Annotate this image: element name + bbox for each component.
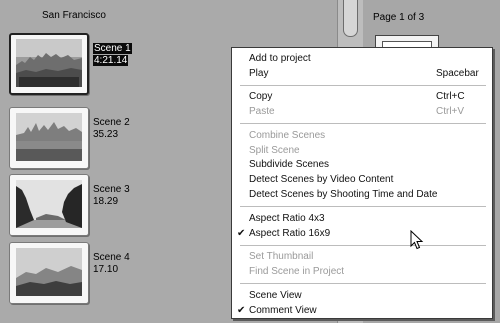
menu-item-split-scene: Split Scene <box>249 145 300 156</box>
checkmark-icon: ✔ <box>237 228 246 239</box>
scene-thumbnail-image <box>16 248 82 296</box>
scene-name: Scene 1 <box>93 43 132 54</box>
shortcut-label: Spacebar <box>436 68 479 79</box>
scrollbar-thumb[interactable] <box>343 0 358 37</box>
scene-name: Scene 3 <box>93 184 130 195</box>
scene-thumbnail-image <box>16 180 82 228</box>
menu-item-paste: Paste Ctrl+V <box>249 106 465 117</box>
scene-thumbnail[interactable] <box>9 174 89 236</box>
menu-separator <box>240 206 486 207</box>
menu-item-copy[interactable]: Copy Ctrl+C <box>232 90 492 103</box>
scene-thumbnail[interactable] <box>9 33 89 95</box>
menu-item-combine-scenes: Combine Scenes <box>249 130 326 141</box>
menu-item-aspect-16x9[interactable]: ✔ Aspect Ratio 16x9 <box>232 227 492 240</box>
album-title: San Francisco <box>42 10 106 21</box>
scene-thumbnail-image <box>16 39 82 87</box>
scene-duration: 4:21.14 <box>93 55 129 66</box>
menu-item-set-thumbnail: Set Thumbnail <box>249 251 314 262</box>
context-menu: Add to project Play Spacebar Copy Ctrl+C… <box>231 47 493 319</box>
mouse-pointer-icon <box>410 229 424 253</box>
menu-separator <box>240 85 486 86</box>
checkmark-icon: ✔ <box>237 305 246 316</box>
menu-item-comment-view[interactable]: ✔ Comment View <box>232 304 492 317</box>
menu-item-aspect-4x3[interactable]: Aspect Ratio 4x3 <box>232 212 492 225</box>
menu-item-detect-scenes-video[interactable]: Detect Scenes by Video Content <box>232 173 492 186</box>
menu-separator <box>240 245 486 246</box>
scene-thumbnail[interactable] <box>9 107 89 169</box>
shortcut-label: Ctrl+C <box>436 91 465 102</box>
scene-name: Scene 4 <box>93 252 130 263</box>
scene-duration: 35.23 <box>93 129 119 140</box>
scene-thumbnail-image <box>16 113 82 161</box>
menu-separator <box>240 283 486 284</box>
scene-name: Scene 2 <box>93 117 130 128</box>
scene-duration: 17.10 <box>93 264 119 275</box>
page-indicator: Page 1 of 3 <box>373 12 425 23</box>
menu-item-add-to-project[interactable]: Add to project <box>232 52 492 65</box>
menu-item-detect-scenes-time[interactable]: Detect Scenes by Shooting Time and Date <box>232 188 492 201</box>
menu-separator <box>240 123 486 124</box>
shortcut-label: Ctrl+V <box>436 106 465 117</box>
menu-item-play[interactable]: Play Spacebar <box>232 67 492 80</box>
scene-duration: 18.29 <box>93 196 119 207</box>
menu-item-scene-view[interactable]: Scene View <box>232 289 492 302</box>
scene-thumbnail[interactable] <box>9 242 89 304</box>
menu-item-subdivide-scenes[interactable]: Subdivide Scenes <box>232 158 492 171</box>
menu-item-find-scene: Find Scene in Project <box>249 266 345 277</box>
